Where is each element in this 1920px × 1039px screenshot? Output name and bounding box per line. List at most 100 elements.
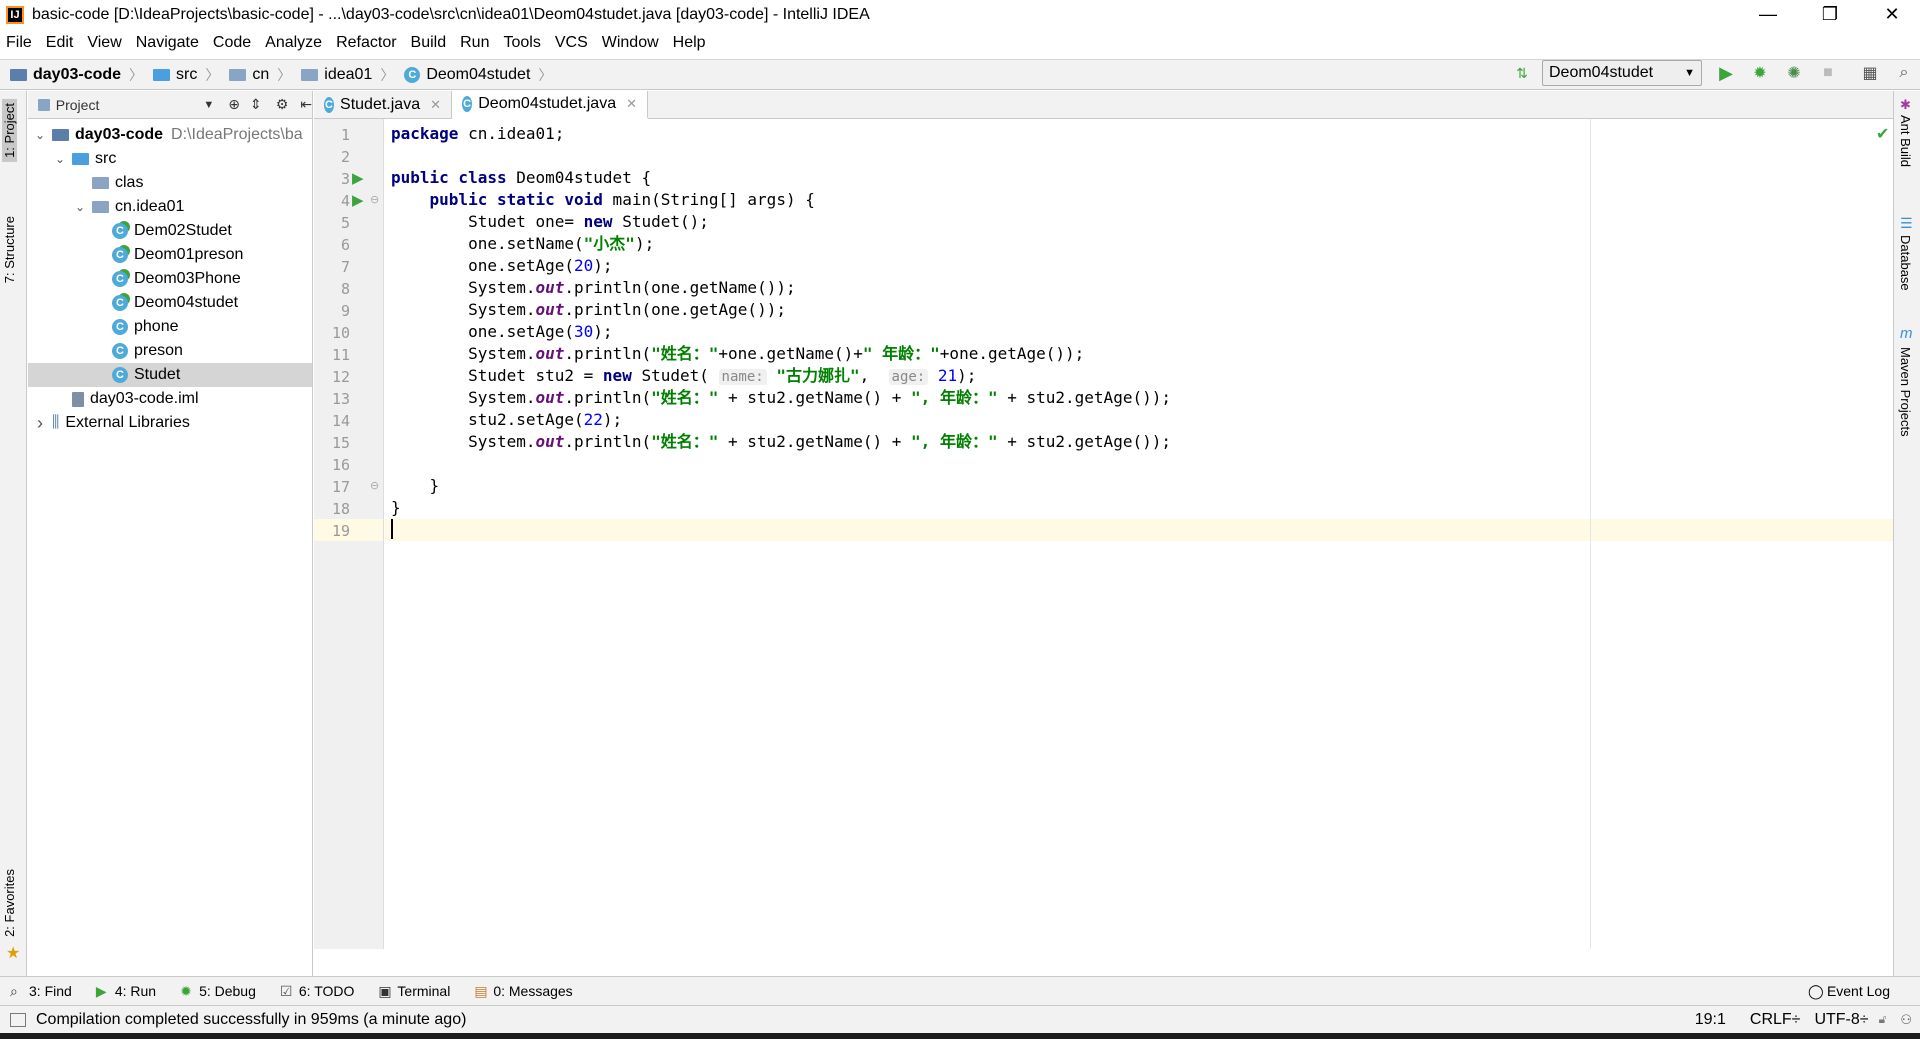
gear-icon[interactable]: ⚙: [276, 96, 289, 113]
code-line[interactable]: System.out.println("姓名：" + stu2.getName(…: [391, 387, 1171, 409]
search-everywhere-icon[interactable]: ⌕: [1894, 63, 1914, 83]
menu-item-view[interactable]: View: [87, 34, 121, 52]
class-icon: C: [112, 247, 128, 263]
tree-item[interactable]: Cphone: [28, 315, 312, 339]
coverage-icon[interactable]: ✺: [1784, 63, 1804, 83]
tree-item[interactable]: C Dem02Studet: [28, 219, 312, 243]
tool-window-messages[interactable]: ▤ 0: Messages: [474, 983, 572, 999]
menu-item-build[interactable]: Build: [411, 34, 447, 52]
tool-window-terminal[interactable]: ▣ Terminal: [378, 983, 450, 999]
debug-icon[interactable]: ✹: [1750, 63, 1770, 83]
code-line[interactable]: Studet stu2 = new Studet( name: "古力娜扎", …: [391, 365, 976, 387]
code-line[interactable]: public class Deom04studet {: [391, 167, 651, 189]
file-encoding[interactable]: UTF-8÷: [1814, 1011, 1868, 1029]
run-gutter-icon[interactable]: ▶: [352, 169, 364, 187]
menu-item-help[interactable]: Help: [673, 34, 706, 52]
close-tab-icon[interactable]: ✕: [626, 96, 637, 112]
breadcrumb-module[interactable]: day03-code 〉: [10, 65, 143, 85]
menu-item-run[interactable]: Run: [460, 34, 489, 52]
tab-studet-java[interactable]: C Studet.java ✕: [314, 91, 452, 119]
code-line[interactable]: Studet one= new Studet();: [391, 211, 709, 233]
hide-panel-icon[interactable]: ⇤: [300, 96, 312, 113]
menu-item-file[interactable]: File: [6, 34, 32, 52]
code-line[interactable]: package cn.idea01;: [391, 123, 564, 145]
code-line[interactable]: System.out.println(one.getAge());: [391, 299, 786, 321]
code-line[interactable]: System.out.println("姓名："+one.getName()+"…: [391, 343, 1084, 365]
fold-icon[interactable]: ⊖: [370, 193, 379, 206]
tab-maven-projects[interactable]: Maven Projects: [1898, 347, 1913, 437]
tree-item[interactable]: C Deom04studet: [28, 291, 312, 315]
code-line[interactable]: }: [391, 497, 401, 519]
menu-item-code[interactable]: Code: [213, 34, 251, 52]
stop-icon[interactable]: ■: [1818, 63, 1838, 83]
code-line[interactable]: public static void main(String[] args) {: [391, 189, 815, 211]
run-config-select[interactable]: Deom04studet ▼: [1542, 60, 1702, 86]
menu-item-refactor[interactable]: Refactor: [336, 34, 396, 52]
tree-item[interactable]: Cpreson: [28, 339, 312, 363]
tree-item[interactable]: › ⫼ External Libraries: [28, 411, 312, 435]
line-separator[interactable]: CRLF÷: [1750, 1011, 1801, 1029]
code-line[interactable]: System.out.println(one.getName());: [391, 277, 796, 299]
project-structure-icon[interactable]: ▦: [1860, 63, 1880, 83]
caret-position[interactable]: 19:1: [1695, 1011, 1726, 1029]
code-line[interactable]: [385, 519, 1893, 541]
tab-ant-build[interactable]: Ant Build: [1898, 115, 1913, 167]
maximize-button[interactable]: ❐: [1802, 0, 1858, 29]
close-tab-icon[interactable]: ✕: [430, 97, 441, 113]
tab-structure[interactable]: 7: Structure: [2, 216, 17, 283]
tree-item[interactable]: C Deom01preson: [28, 243, 312, 267]
menu-item-edit[interactable]: Edit: [46, 34, 74, 52]
code-editor[interactable]: package cn.idea01; public class Deom04stu…: [385, 119, 1893, 949]
tab-project[interactable]: 1: Project: [2, 99, 17, 162]
menu-item-vcs[interactable]: VCS: [555, 34, 588, 52]
tab-deom04studet-java[interactable]: C Deom04studet.java ✕: [452, 91, 648, 119]
tree-item[interactable]: C Studet: [28, 363, 312, 387]
chevron-right-icon[interactable]: ›: [34, 413, 46, 434]
close-button[interactable]: ✕: [1864, 0, 1920, 29]
menu-item-window[interactable]: Window: [602, 34, 659, 52]
sort-icon[interactable]: ⇅: [1512, 63, 1532, 83]
menu-item-navigate[interactable]: Navigate: [136, 34, 199, 52]
breadcrumb-idea01[interactable]: idea01 〉: [301, 65, 394, 85]
editor-gutter[interactable]: 1 2 3 4 5 6 7 8 9 10 11 12 13 14 15 16 17 18 19 ▶ ▶ ⊖ ⊖: [314, 119, 384, 949]
chevron-down-icon[interactable]: ⌄: [34, 128, 46, 142]
menu-item-tools[interactable]: Tools: [503, 34, 540, 52]
tree-item[interactable]: C Deom03Phone: [28, 267, 312, 291]
lock-icon[interactable]: 🔓︎: [1879, 1012, 1887, 1027]
code-line[interactable]: one.setAge(20);: [391, 255, 613, 277]
tool-window-run[interactable]: ▶ 4: Run: [96, 983, 156, 999]
code-line[interactable]: one.setName("小杰");: [391, 233, 654, 255]
code-line[interactable]: System.out.println("姓名：" + stu2.getName(…: [391, 431, 1171, 453]
tree-item[interactable]: day03-code.iml: [28, 387, 312, 411]
project-view-selector[interactable]: Project: [56, 97, 100, 113]
tree-item[interactable]: ⌄ src: [28, 147, 312, 171]
code-line[interactable]: }: [391, 475, 440, 497]
breadcrumb-class[interactable]: C Deom04studet 〉: [404, 65, 552, 85]
run-gutter-icon[interactable]: ▶: [352, 191, 364, 209]
breadcrumb-src[interactable]: src 〉: [153, 65, 219, 85]
code-line[interactable]: stu2.setAge(22);: [391, 409, 622, 431]
breadcrumb-cn[interactable]: cn 〉: [229, 65, 291, 85]
menu-item-analyze[interactable]: Analyze: [265, 34, 322, 52]
tree-item[interactable]: ⌄ cn.idea01: [28, 195, 312, 219]
run-icon[interactable]: ▶: [1716, 63, 1736, 83]
inspector-icon[interactable]: ⚇: [1900, 1012, 1912, 1028]
chevron-down-icon[interactable]: ⌄: [54, 152, 66, 166]
text-caret: [391, 519, 393, 539]
collapse-icon[interactable]: ⇕: [250, 96, 262, 113]
tool-window-todo[interactable]: ☑ 6: TODO: [280, 983, 355, 999]
locate-icon[interactable]: ⊕: [228, 96, 240, 113]
toggle-panels-icon[interactable]: [10, 1012, 26, 1027]
tool-window-debug[interactable]: ✹ 5: Debug: [180, 983, 256, 999]
event-log-button[interactable]: ◯ Event Log: [1808, 983, 1890, 999]
code-line[interactable]: one.setAge(30);: [391, 321, 613, 343]
fold-icon[interactable]: ⊖: [370, 479, 379, 492]
tab-favorites[interactable]: 2: Favorites: [2, 869, 17, 937]
chevron-down-icon[interactable]: ⌄: [74, 200, 86, 214]
tool-window-search[interactable]: ⌕ 3: Find: [10, 983, 72, 999]
tab-database[interactable]: Database: [1898, 235, 1913, 291]
chevron-down-icon[interactable]: ▼: [203, 99, 214, 111]
tree-item[interactable]: clas: [28, 171, 312, 195]
tree-item[interactable]: ⌄ day03-code D:\IdeaProjects\ba: [28, 123, 312, 147]
minimize-button[interactable]: —: [1740, 0, 1796, 29]
